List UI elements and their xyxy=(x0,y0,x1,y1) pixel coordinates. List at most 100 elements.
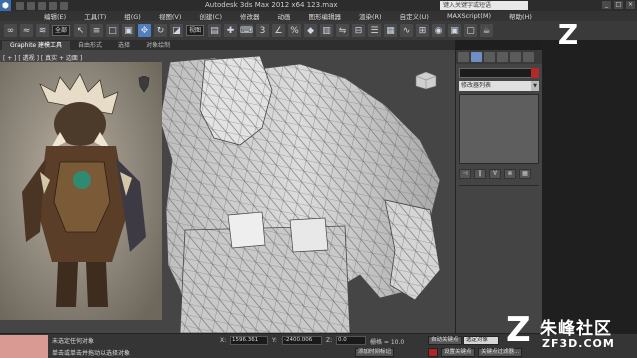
object-name-field[interactable] xyxy=(459,68,539,78)
pin-stack-icon[interactable]: ⊣ xyxy=(459,169,471,179)
menu-graph-editors[interactable]: 图形编辑器 xyxy=(309,11,342,21)
menu-group[interactable]: 组(G) xyxy=(124,11,141,21)
modifier-stack[interactable] xyxy=(459,94,539,164)
modifier-list-dropdown[interactable]: 修改器列表 ▼ xyxy=(459,81,539,91)
grid-size-label: 栅格 = 10.0 xyxy=(370,339,405,346)
menu-rendering[interactable]: 渲染(R) xyxy=(359,11,382,21)
configure-modifier-sets-icon[interactable]: ▦ xyxy=(519,169,531,179)
new-file-icon[interactable] xyxy=(16,1,24,10)
status-selection-text: 未选定任何对象 xyxy=(52,338,95,345)
menu-animation[interactable]: 动画 xyxy=(278,11,291,21)
close-button[interactable]: × xyxy=(626,1,635,9)
motion-tab-icon[interactable] xyxy=(497,52,508,62)
watermark-logo: Z 朱峰社区 ZF3D.COM xyxy=(502,310,637,358)
menu-customize[interactable]: 自定义(U) xyxy=(400,11,429,21)
selected-object-select[interactable]: 选定对象 xyxy=(463,336,499,345)
selection-filter-select[interactable]: 全部 xyxy=(52,25,71,36)
set-key-button[interactable]: 设置关键点 xyxy=(441,348,475,357)
app-menu-button[interactable]: ⬢ xyxy=(0,0,11,11)
display-tab-icon[interactable] xyxy=(510,52,521,62)
select-and-move-icon[interactable]: ✥ xyxy=(138,24,152,37)
create-tab-icon[interactable] xyxy=(458,52,469,62)
mirror-icon[interactable]: ⇋ xyxy=(336,24,350,37)
perspective-viewport[interactable]: [ + ] [ 透视 ] [ 真实 + 边面 ] xyxy=(0,50,455,333)
y-coordinate-label: Y: xyxy=(272,337,277,344)
select-and-scale-icon[interactable]: ◪ xyxy=(170,24,184,37)
menu-modifiers[interactable]: 修改器 xyxy=(240,11,260,21)
object-color-swatch[interactable] xyxy=(531,68,539,78)
right-side-panel xyxy=(542,40,637,333)
x-coordinate-field[interactable]: 1596.361 xyxy=(230,336,268,345)
show-end-result-icon[interactable]: ‖ xyxy=(474,169,486,179)
spinner-snap-icon[interactable]: ◆ xyxy=(304,24,318,37)
hierarchy-tab-icon[interactable] xyxy=(484,52,495,62)
menu-views[interactable]: 视图(V) xyxy=(159,11,182,21)
viewport-label[interactable]: [ + ] [ 透视 ] [ 真实 + 边面 ] xyxy=(3,53,82,62)
quick-access-toolbar xyxy=(16,1,68,10)
angle-snap-icon[interactable]: ∠ xyxy=(272,24,286,37)
title-bar: ⬢ Autodesk 3ds Max 2012 x64 123.max 键入关键… xyxy=(0,0,637,11)
rectangular-selection-icon[interactable]: □ xyxy=(106,24,120,37)
bind-space-warp-icon[interactable]: ≋ xyxy=(36,24,49,37)
z-coordinate-field[interactable]: 0.0 xyxy=(336,336,366,345)
auto-key-button[interactable]: 自动关键点 xyxy=(428,336,462,345)
keyboard-shortcut-override-icon[interactable]: ⌨ xyxy=(240,24,254,37)
pivot-center-icon[interactable]: ▤ xyxy=(208,24,222,37)
search-input[interactable]: 键入关键字或短语 xyxy=(440,1,528,10)
make-unique-icon[interactable]: ∀ xyxy=(489,169,501,179)
open-file-icon[interactable] xyxy=(27,1,35,10)
material-editor-icon[interactable]: ◉ xyxy=(432,24,446,37)
watermark-chinese-text: 朱峰社区 xyxy=(540,319,612,339)
watermark-english-text: ZF3D.COM xyxy=(542,337,615,350)
redo-icon[interactable] xyxy=(60,1,68,10)
layer-manager-icon[interactable]: ☰ xyxy=(368,24,382,37)
concept-art-image xyxy=(0,62,162,320)
save-file-icon[interactable] xyxy=(38,1,46,10)
chevron-down-icon[interactable]: ▼ xyxy=(531,81,539,91)
menu-tools[interactable]: 工具(T) xyxy=(84,11,106,21)
rollout-divider xyxy=(459,185,539,186)
schematic-view-icon[interactable]: ⊞ xyxy=(416,24,430,37)
y-coordinate-field[interactable]: -2400.006 xyxy=(282,336,322,345)
curve-editor-icon[interactable]: ∿ xyxy=(400,24,414,37)
menu-edit[interactable]: 编辑(E) xyxy=(44,11,66,21)
menu-maxscript[interactable]: MAXScript(M) xyxy=(447,12,491,20)
add-time-tag-button[interactable]: 添加时间标记 xyxy=(355,348,395,357)
undo-icon[interactable] xyxy=(49,1,57,10)
graphite-toggle-icon[interactable]: ▦ xyxy=(384,24,398,37)
remove-modifier-icon[interactable]: ⊗ xyxy=(504,169,516,179)
maxscript-listener-mini[interactable] xyxy=(0,335,48,358)
rendered-frame-icon[interactable]: ▢ xyxy=(464,24,478,37)
utilities-tab-icon[interactable] xyxy=(523,52,534,62)
viewcube-icon[interactable] xyxy=(412,70,438,90)
tab-object-paint[interactable]: 对象绘制 xyxy=(138,41,178,50)
render-setup-icon[interactable]: ▣ xyxy=(448,24,462,37)
modify-tab-icon[interactable] xyxy=(471,52,482,62)
watermark-z-letter: Z xyxy=(506,310,531,350)
select-manipulate-icon[interactable]: ✚ xyxy=(224,24,238,37)
window-crossing-icon[interactable]: ▣ xyxy=(122,24,136,37)
tab-selection[interactable]: 选择 xyxy=(110,41,138,50)
set-key-icon[interactable] xyxy=(428,348,438,357)
select-and-rotate-icon[interactable]: ↻ xyxy=(154,24,168,37)
select-by-name-icon[interactable]: ≡ xyxy=(90,24,104,37)
minimize-button[interactable]: _ xyxy=(602,1,611,9)
snaps-toggle-icon[interactable]: 3 xyxy=(256,24,270,37)
menu-help[interactable]: 帮助(H) xyxy=(509,11,532,21)
render-production-icon[interactable]: ☕ xyxy=(480,24,494,37)
maximize-button[interactable]: □ xyxy=(614,1,623,9)
align-icon[interactable]: ⊟ xyxy=(352,24,366,37)
tab-freeform[interactable]: 自由形式 xyxy=(70,41,110,50)
tab-graphite-modeling[interactable]: Graphite 建模工具 xyxy=(2,41,71,50)
unlink-icon[interactable]: ≈ xyxy=(20,24,33,37)
percent-snap-icon[interactable]: % xyxy=(288,24,302,37)
command-panel: 修改器列表 ▼ ⊣ ‖ ∀ ⊗ ▦ xyxy=(455,50,542,333)
status-prompt-text: 单击或单击并拖动以选择对象 xyxy=(52,350,131,357)
menu-create[interactable]: 创建(C) xyxy=(199,11,222,21)
reference-coordinate-select[interactable]: 视图 xyxy=(186,25,205,36)
command-panel-tabs xyxy=(456,50,542,64)
select-object-icon[interactable]: ↖ xyxy=(74,24,88,37)
named-selection-icon[interactable]: ▥ xyxy=(320,24,334,37)
link-icon[interactable]: ∞ xyxy=(4,24,17,37)
watermark-logo-top: Z xyxy=(557,18,579,51)
